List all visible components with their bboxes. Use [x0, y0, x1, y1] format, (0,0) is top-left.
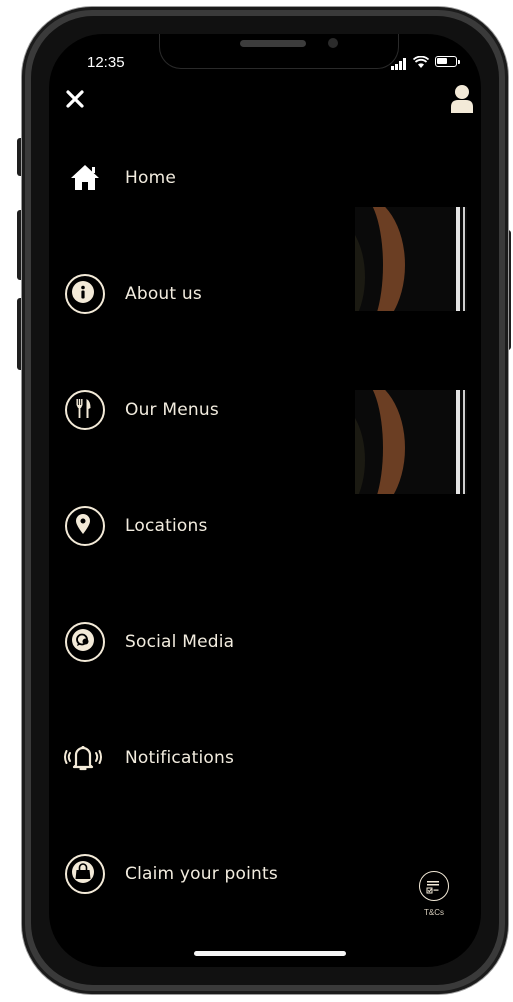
phone-frame: 12:35 Home About us Our Menus Locations … [22, 7, 508, 994]
bell-ringing-icon [63, 736, 107, 780]
map-pin-icon [63, 504, 107, 548]
status-icons [391, 56, 471, 70]
background-image-fragment [355, 390, 467, 494]
app-screen: 12:35 Home About us Our Menus Locations … [49, 34, 481, 967]
document-check-icon [419, 871, 449, 901]
menu-item-label: Home [125, 168, 177, 188]
speaker [240, 40, 306, 47]
menu-item-label: Our Menus [125, 400, 219, 420]
status-time: 12:35 [87, 54, 125, 71]
signal-bar-1 [391, 66, 394, 70]
menu-item-label: Locations [125, 516, 208, 536]
chat-bubble-icon [63, 620, 107, 664]
menu-item-claim-points[interactable]: Claim your points [63, 852, 363, 896]
menu-item-label: Claim your points [125, 864, 278, 884]
signal-bar-2 [395, 64, 398, 70]
menu-item-our-menus[interactable]: Our Menus [63, 388, 363, 432]
front-camera [328, 38, 338, 48]
menu-item-about-us[interactable]: About us [63, 272, 363, 316]
wifi-icon [413, 56, 429, 68]
background-image-fragment [355, 207, 467, 311]
battery-icon [435, 56, 457, 67]
terms-and-conditions-button[interactable]: T&Cs [417, 871, 451, 917]
signal-bar-3 [399, 61, 402, 70]
menu-item-notifications[interactable]: Notifications [63, 736, 363, 780]
menu-item-label: Notifications [125, 748, 234, 768]
signal-bar-4 [403, 58, 406, 70]
tacs-label: T&Cs [424, 908, 444, 917]
menu-item-label: About us [125, 284, 202, 304]
utensils-icon [63, 388, 107, 432]
info-icon [63, 272, 107, 316]
shopping-bag-icon [63, 852, 107, 896]
notch [159, 34, 399, 69]
menu-item-social-media[interactable]: Social Media [63, 620, 363, 664]
menu-item-locations[interactable]: Locations [63, 504, 363, 548]
close-icon[interactable] [64, 88, 86, 110]
home-icon [63, 156, 107, 200]
menu-item-home[interactable]: Home [63, 156, 363, 200]
phone-bezel: 12:35 Home About us Our Menus Locations … [31, 16, 499, 985]
battery-tip [458, 60, 460, 64]
user-profile-icon[interactable] [449, 84, 475, 114]
home-indicator[interactable] [194, 951, 346, 956]
menu-item-label: Social Media [125, 632, 235, 652]
